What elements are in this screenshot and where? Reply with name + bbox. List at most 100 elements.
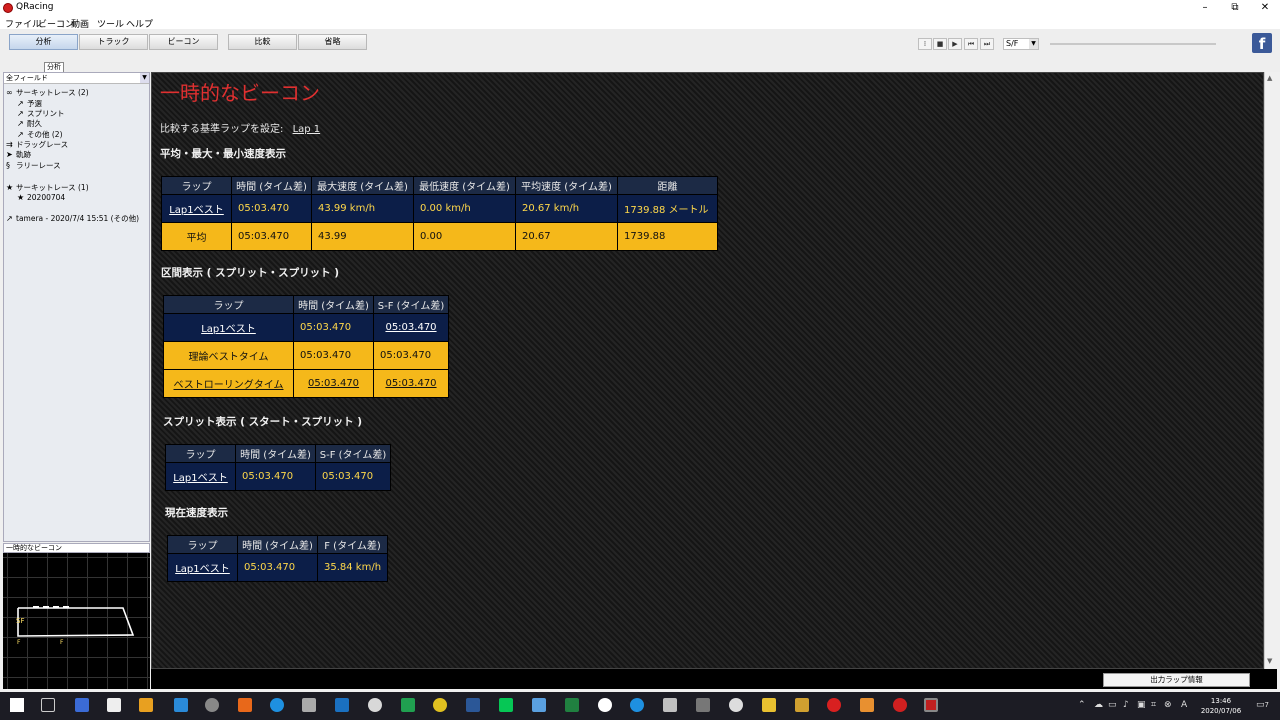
table-row: Lap1ベスト 05:03.470 05:03.470 (163, 313, 449, 342)
tree-item[interactable]: ★ サーキットレース (1) (6, 183, 89, 192)
tree-item-label: tamera - 2020/7/4 15:51 (その他) (16, 214, 140, 223)
task-view-icon[interactable] (41, 698, 55, 712)
tree-item[interactable]: ↗ 耐久 (17, 119, 42, 128)
lap-link[interactable]: 05:03.470 (293, 369, 374, 398)
app-icon[interactable] (401, 698, 415, 712)
lap-link[interactable]: Lap1ベスト (167, 553, 238, 582)
tab-analysis[interactable]: 分析 (9, 34, 78, 50)
app-icon[interactable] (532, 698, 546, 712)
clock-time: 13:46 (1210, 697, 1232, 705)
chat-app-icon[interactable] (598, 698, 612, 712)
app-icon[interactable] (302, 698, 316, 712)
play-button[interactable]: ▶ (948, 38, 962, 50)
edge-browser-icon[interactable] (630, 698, 644, 712)
lap-link[interactable]: 05:03.470 (373, 313, 449, 342)
app-icon[interactable] (335, 698, 349, 712)
reference-lap-link[interactable]: Lap 1 (293, 124, 321, 135)
scroll-down-icon[interactable]: ▼ (1267, 657, 1272, 665)
tab-beacon[interactable]: ビーコン (149, 34, 218, 50)
table-cell: 20.67 (515, 222, 618, 251)
calendar-app-icon[interactable] (75, 698, 89, 712)
tab-compare[interactable]: 比較 (228, 34, 297, 50)
app-icon[interactable] (860, 698, 874, 712)
playback-slider[interactable] (1050, 43, 1216, 45)
lap-link[interactable]: Lap1ベスト (163, 313, 294, 342)
previous-button[interactable]: ⏮ (964, 38, 978, 50)
reference-lap-row: 比較する基準ラップを設定: Lap 1 (160, 120, 320, 135)
tray-app-icon[interactable]: ▣ (1137, 700, 1146, 710)
tray-app-icon[interactable]: ⊗ (1164, 700, 1172, 710)
app-icon[interactable] (893, 698, 907, 712)
tree-item[interactable]: ★ 20200704 (17, 193, 65, 202)
line-app-icon[interactable] (499, 698, 513, 712)
menu-bar: ファイル ビーコン 動画 ツール ヘルプ (0, 16, 1280, 30)
word-icon[interactable] (466, 698, 480, 712)
taskbar-clock[interactable]: 13:46 2020/07/06 (1196, 696, 1246, 716)
facebook-icon[interactable]: f (1252, 33, 1272, 53)
table-cell: 05:03.470 (231, 194, 312, 223)
column-header: 最大速度 (タイム差) (311, 176, 414, 195)
stop-button[interactable]: ■ (933, 38, 947, 50)
app-icon[interactable] (139, 698, 153, 712)
ime-icon[interactable]: A (1181, 700, 1187, 710)
lap-link[interactable]: 05:03.470 (373, 369, 449, 398)
field-select[interactable]: 全フィールド ▼ (4, 73, 149, 84)
app-icon[interactable] (729, 698, 743, 712)
app-icon[interactable] (795, 698, 809, 712)
qracing-taskbar-icon[interactable] (924, 698, 938, 712)
column-header: ラップ (161, 176, 232, 195)
tree-item[interactable]: § ラリーレース (6, 161, 61, 170)
tree-item-label: サーキットレース (2) (16, 88, 89, 97)
tree-item[interactable]: ↗ その他 (2) (17, 130, 63, 139)
ie-browser-icon[interactable] (270, 698, 284, 712)
maximize-button[interactable]: ⧉ (1220, 0, 1250, 16)
app-icon[interactable] (827, 698, 841, 712)
table-row: 平均 05:03.470 43.99 0.00 20.67 1739.88 (161, 222, 718, 251)
tree-item[interactable]: ∞ サーキットレース (2) (6, 88, 89, 97)
lap-link[interactable]: Lap1ベスト (165, 462, 236, 491)
minimize-button[interactable]: – (1190, 0, 1220, 16)
tray-chevron-icon[interactable]: ⌃ (1078, 700, 1086, 710)
output-lap-info-button[interactable]: 出力ラップ情報 (1103, 673, 1250, 687)
network-icon[interactable]: ▭ (1108, 700, 1117, 710)
lap-link[interactable]: ベストローリングタイム (163, 369, 294, 398)
app-icon[interactable] (696, 698, 710, 712)
close-button[interactable]: ✕ (1250, 0, 1280, 16)
tree-item[interactable]: ➤ 軌跡 (6, 150, 31, 159)
app-icon[interactable] (565, 698, 579, 712)
file-explorer-icon[interactable] (762, 698, 776, 712)
windows-start-icon[interactable] (10, 698, 24, 712)
app-icon[interactable] (238, 698, 252, 712)
volume-icon[interactable]: ♪ (1123, 700, 1129, 710)
tray-app-icon[interactable]: ☁ (1094, 700, 1103, 710)
lap-link[interactable]: Lap1ベスト (161, 194, 232, 223)
tab-omit[interactable]: 省略 (298, 34, 367, 50)
segment-select[interactable]: S/F ▼ (1003, 38, 1039, 50)
app-icon[interactable] (205, 698, 219, 712)
notification-icon[interactable]: ▭7 (1256, 700, 1269, 710)
notepad-icon[interactable] (107, 698, 121, 712)
next-button[interactable]: ⏭ (980, 38, 994, 50)
track-minimap[interactable]: SF F F (3, 553, 150, 689)
play-slow-button[interactable]: ⁞ (918, 38, 932, 50)
tree-item[interactable]: ⇉ ドラッグレース (6, 140, 68, 149)
vertical-scrollbar[interactable]: ▲ ▼ (1264, 72, 1277, 669)
column-header: ラップ (163, 295, 294, 314)
table-cell: 05:03.470 (293, 341, 374, 370)
tree-item[interactable]: ↗ 予選 (17, 99, 42, 108)
tray-app-icon[interactable]: ⌗ (1151, 700, 1156, 710)
tab-track[interactable]: トラック (79, 34, 148, 50)
app-icon[interactable] (368, 698, 382, 712)
section-heading-speed: 平均・最大・最小速度表示 (160, 148, 286, 160)
map-label-sf: SF (16, 617, 24, 625)
app-icon[interactable] (663, 698, 677, 712)
column-header: 最低速度 (タイム差) (413, 176, 516, 195)
table-cell: 0.00 km/h (413, 194, 516, 223)
mail-icon[interactable] (174, 698, 188, 712)
tree-item-label: 20200704 (27, 193, 66, 202)
section-heading-current-speed: 現在速度表示 (165, 507, 228, 519)
chrome-browser-icon[interactable] (433, 698, 447, 712)
tree-item[interactable]: ↗ tamera - 2020/7/4 15:51 (その他) (6, 214, 139, 223)
tree-item[interactable]: ↗ スプリント (17, 109, 65, 118)
scroll-up-icon[interactable]: ▲ (1267, 74, 1272, 82)
